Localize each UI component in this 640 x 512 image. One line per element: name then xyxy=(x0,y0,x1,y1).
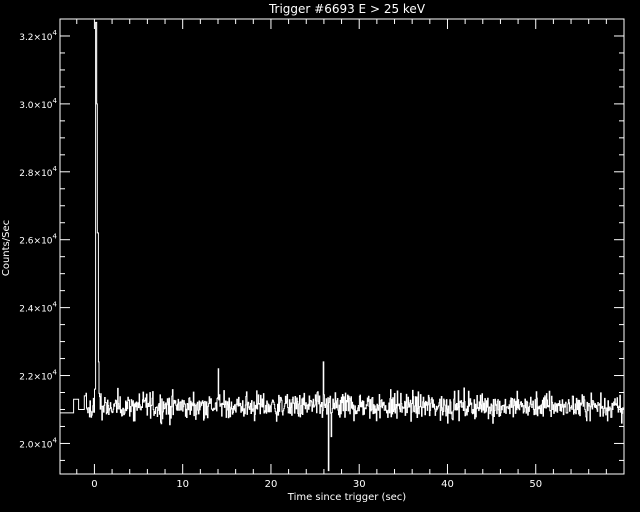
x-tick-label: 0 xyxy=(91,479,97,490)
chart-title: Trigger #6693 E > 25 keV xyxy=(268,2,426,16)
x-axis-label: Time since trigger (sec) xyxy=(287,492,407,503)
x-tick-label: 20 xyxy=(265,479,278,490)
y-axis-label: Counts/Sec xyxy=(1,220,12,276)
x-tick-label: 30 xyxy=(353,479,366,490)
light-curve-chart: Trigger #6693 E > 25 keV Counts/Sec Time… xyxy=(0,0,640,512)
x-tick-label: 40 xyxy=(441,479,454,490)
x-tick-label: 10 xyxy=(176,479,189,490)
x-tick-label: 50 xyxy=(529,479,542,490)
